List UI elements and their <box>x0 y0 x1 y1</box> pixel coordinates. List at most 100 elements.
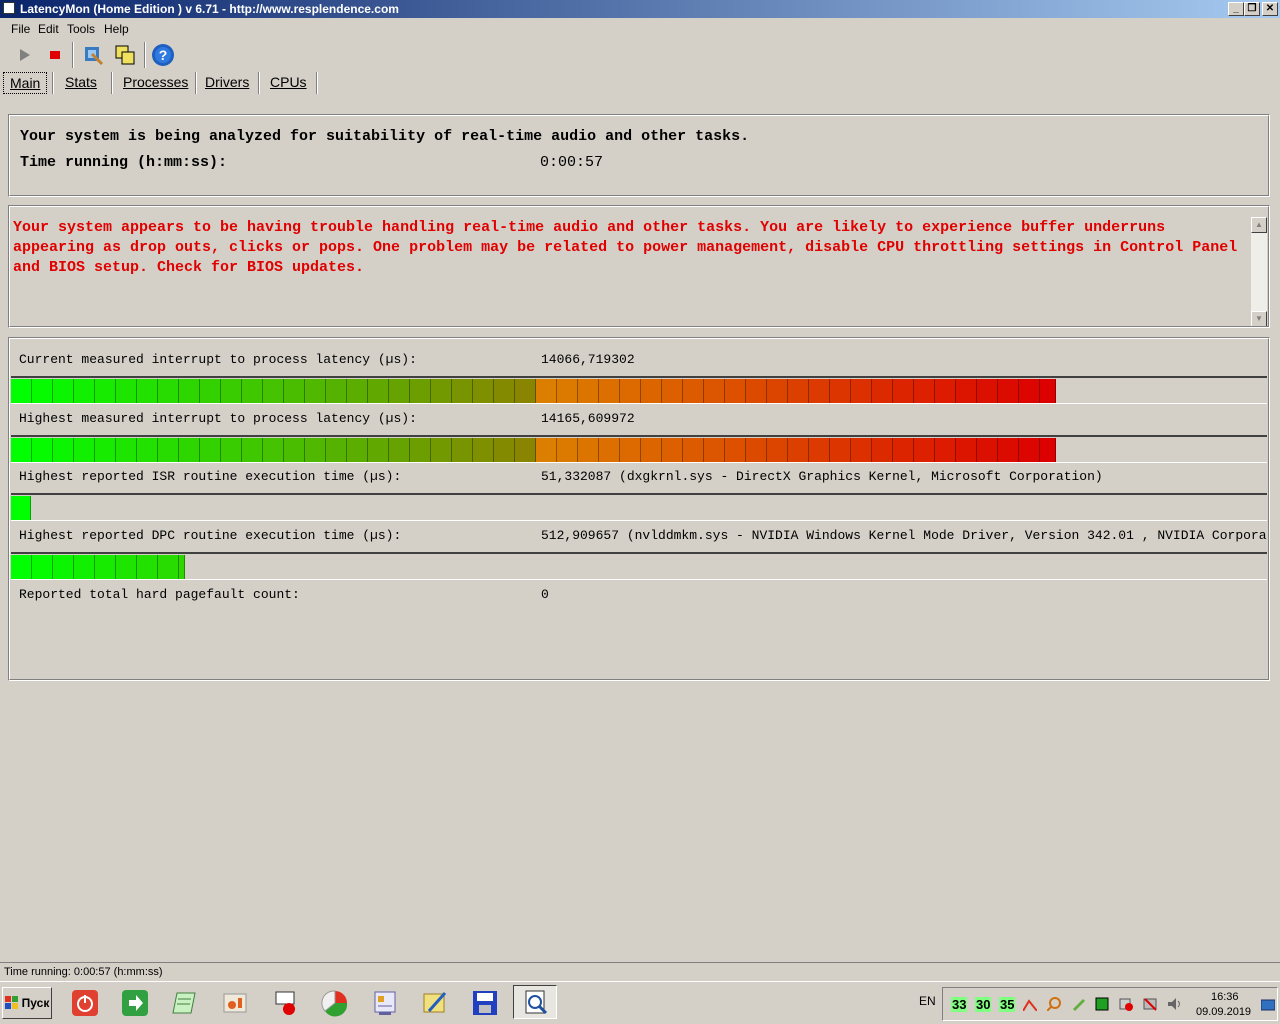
system-tray: 33 30 35 16:36 09.09.2019 <box>942 987 1278 1021</box>
temp-readout[interactable]: 35 <box>999 997 1016 1012</box>
meter-segment <box>74 438 95 462</box>
meter-segment <box>725 438 746 462</box>
save-icon[interactable] <box>470 988 500 1018</box>
stop-icon[interactable] <box>42 42 68 68</box>
meter-segment <box>347 379 368 403</box>
meter-segment <box>137 438 158 462</box>
verdict-text: Your system appears to be having trouble… <box>13 219 1238 276</box>
meter-segment <box>305 379 326 403</box>
menu-file[interactable]: File <box>11 22 30 36</box>
temp-readout[interactable]: 30 <box>975 997 992 1012</box>
pie-chart-icon[interactable] <box>320 988 350 1018</box>
clock-time[interactable]: 16:36 <box>1211 991 1239 1003</box>
tab-cpus[interactable]: CPUs <box>264 70 313 94</box>
meter-segment <box>998 379 1019 403</box>
shutdown-icon[interactable] <box>70 988 100 1018</box>
meter-segment <box>200 438 221 462</box>
tab-main[interactable]: Main <box>3 72 48 94</box>
menu-edit[interactable]: Edit <box>38 22 59 36</box>
network-error-icon[interactable] <box>1119 997 1133 1011</box>
meter-segment <box>263 438 284 462</box>
meter-segment <box>11 438 32 462</box>
menu-help[interactable]: Help <box>104 22 129 36</box>
temp-readout[interactable]: 33 <box>951 997 968 1012</box>
tab-processes[interactable]: Processes <box>117 70 194 94</box>
minimize-button[interactable]: _ <box>1228 2 1244 16</box>
meter-segment <box>599 379 620 403</box>
tab-stats[interactable]: Stats <box>59 70 103 94</box>
meter-segment <box>851 379 872 403</box>
close-button[interactable]: ✕ <box>1262 2 1278 16</box>
meter-segment <box>95 379 116 403</box>
meter-segment <box>851 438 872 462</box>
media-icon[interactable] <box>220 988 250 1018</box>
verdict-panel: Your system appears to be having trouble… <box>8 205 1270 328</box>
meter-segment <box>641 379 662 403</box>
meter-segment <box>95 555 116 579</box>
cpu-tools-icon[interactable] <box>80 42 106 68</box>
graph-icon[interactable] <box>1023 997 1037 1011</box>
meter-segment <box>998 438 1019 462</box>
meter-segment <box>221 379 242 403</box>
arrow-right-icon[interactable] <box>120 988 150 1018</box>
scroll-up-icon[interactable]: ▲ <box>1251 217 1267 233</box>
meter-segment <box>284 438 305 462</box>
edit-icon[interactable] <box>1071 997 1085 1011</box>
time-running-value: 0:00:57 <box>540 154 604 171</box>
dpc-value: 512,909657 (nvlddmkm.sys - NVIDIA Window… <box>541 528 1267 543</box>
start-button[interactable]: Пуск <box>2 987 52 1019</box>
meter-segment <box>389 379 410 403</box>
system-info-icon[interactable] <box>370 988 400 1018</box>
restore-button[interactable]: ❐ <box>1244 2 1260 16</box>
current-latency-meter <box>11 376 1267 404</box>
meter-segment <box>662 379 683 403</box>
dpc-driver: (nvlddmkm.sys - NVIDIA Windows Kernel Mo… <box>626 528 1267 543</box>
paint-icon[interactable] <box>420 988 450 1018</box>
time-running-label: Time running (h:mm:ss): <box>20 154 228 171</box>
meter-segment <box>137 555 158 579</box>
record-icon[interactable] <box>270 988 300 1018</box>
meter-segment <box>389 438 410 462</box>
latencymon-taskbar-button[interactable] <box>513 985 557 1019</box>
meter-segment <box>683 379 704 403</box>
isr-meter <box>11 493 1267 521</box>
show-desktop-icon[interactable] <box>1261 998 1275 1012</box>
play-icon[interactable] <box>11 42 37 68</box>
meter-segment <box>746 438 767 462</box>
meter-segment <box>536 438 557 462</box>
meter-segment <box>557 438 578 462</box>
meter-segment <box>620 379 641 403</box>
title-bar[interactable]: LatencyMon (Home Edition ) v 6.71 - http… <box>0 0 1280 18</box>
meter-segment <box>137 379 158 403</box>
meter-segment <box>431 438 452 462</box>
meter-segment <box>914 379 935 403</box>
meter-segment <box>935 438 956 462</box>
meter-segment <box>53 555 74 579</box>
notepad-icon[interactable] <box>170 988 200 1018</box>
scroll-down-icon[interactable]: ▼ <box>1251 311 1267 327</box>
clock-date[interactable]: 09.09.2019 <box>1196 1006 1251 1018</box>
meter-segment <box>473 379 494 403</box>
language-indicator[interactable]: EN <box>919 994 936 1008</box>
volume-icon[interactable] <box>1167 997 1181 1011</box>
meter-segment <box>74 555 95 579</box>
green-square-icon[interactable] <box>1095 997 1109 1011</box>
meter-segment <box>452 379 473 403</box>
tab-bar: Main Stats Processes Drivers CPUs <box>0 70 1280 96</box>
search-icon[interactable] <box>1047 997 1061 1011</box>
isr-driver: (dxgkrnl.sys - DirectX Graphics Kernel, … <box>619 469 1103 484</box>
meter-segment <box>788 438 809 462</box>
svg-text:?: ? <box>159 47 168 63</box>
meter-segment <box>32 379 53 403</box>
windows-icon[interactable] <box>112 42 138 68</box>
meter-segment <box>536 379 557 403</box>
help-icon[interactable]: ? <box>150 42 176 68</box>
disconnected-icon[interactable] <box>1143 997 1157 1011</box>
meter-segment <box>410 379 431 403</box>
meter-segment <box>242 379 263 403</box>
verdict-scrollbar[interactable]: ▲ ▼ <box>1250 217 1267 327</box>
meter-segment <box>95 438 116 462</box>
tab-drivers[interactable]: Drivers <box>199 70 255 94</box>
metrics-panel: Current measured interrupt to process la… <box>8 337 1270 681</box>
menu-tools[interactable]: Tools <box>67 22 95 36</box>
